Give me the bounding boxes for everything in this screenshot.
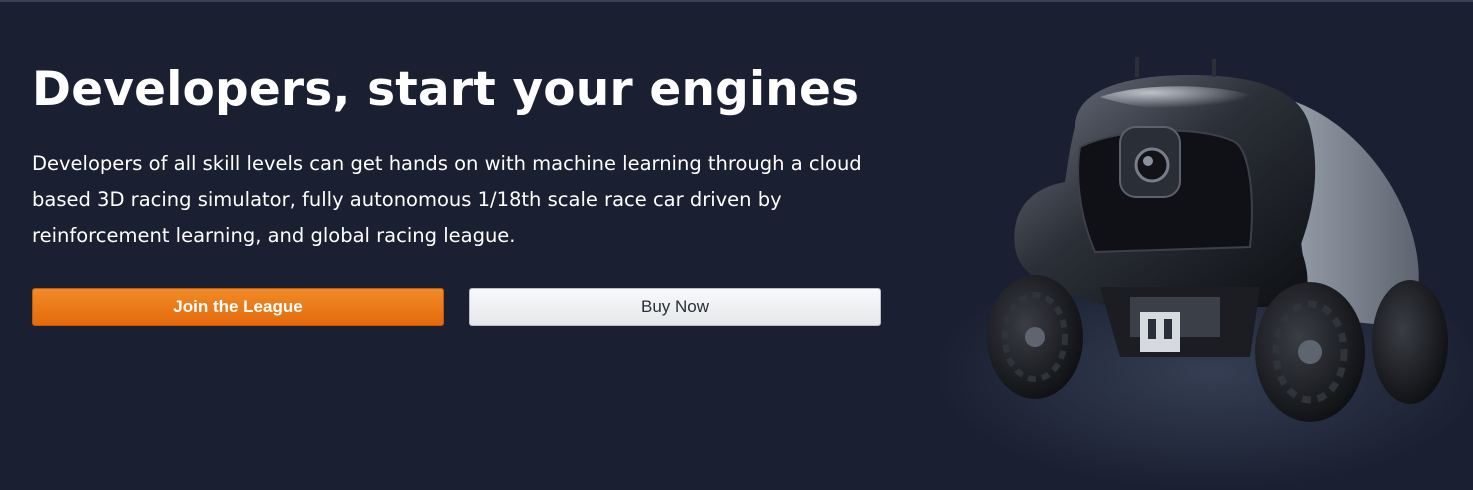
bumper-slot-left bbox=[1148, 319, 1156, 339]
join-league-button[interactable]: Join the League bbox=[32, 288, 444, 326]
antenna-left bbox=[1135, 57, 1139, 77]
buy-now-button[interactable]: Buy Now bbox=[469, 288, 881, 326]
front-left-hub bbox=[1025, 327, 1045, 347]
front-right-hub bbox=[1298, 340, 1322, 364]
hero-banner: Developers, start your engines Developer… bbox=[0, 0, 1473, 490]
rear-right-tire bbox=[1372, 280, 1448, 404]
bumper-slot-right bbox=[1164, 319, 1172, 339]
race-car-image bbox=[987, 57, 1448, 422]
antenna-right bbox=[1212, 59, 1216, 77]
camera-lens-icon bbox=[1134, 147, 1170, 183]
hero-description: Developers of all skill levels can get h… bbox=[32, 152, 862, 247]
camera-lens-reflection bbox=[1143, 156, 1153, 166]
hero-title: Developers, start your engines bbox=[32, 62, 860, 117]
car-bumper-plate bbox=[1140, 312, 1180, 352]
